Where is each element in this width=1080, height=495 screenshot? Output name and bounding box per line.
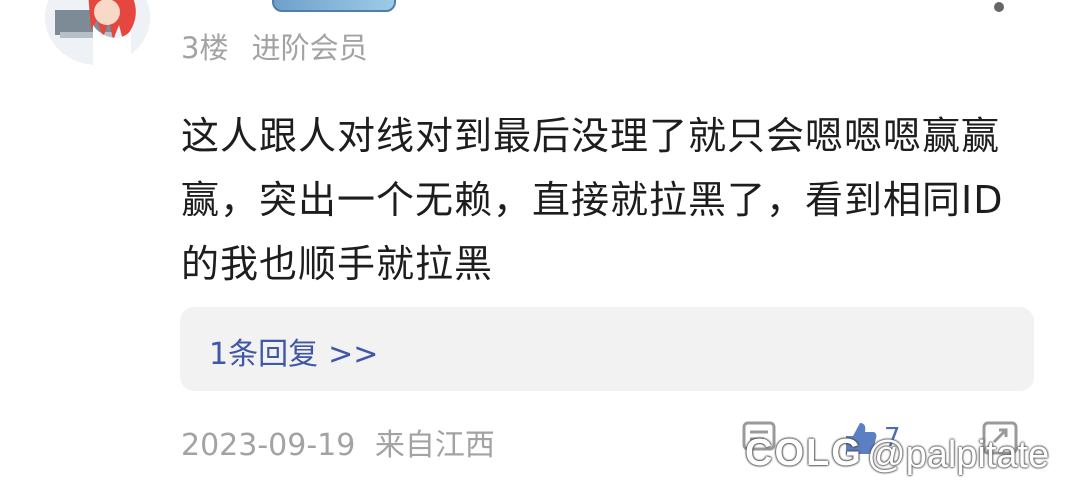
avatar[interactable] (45, 0, 150, 65)
level-badge (272, 0, 396, 12)
post-date: 2023-09-19 (181, 428, 356, 463)
more-icon[interactable] (994, 2, 1004, 12)
replies-link[interactable]: 1条回复 >> (209, 329, 378, 373)
watermark: COLG @palpitate (745, 432, 1065, 480)
post-location: 来自江西 (374, 428, 495, 463)
member-level: 进阶会员 (251, 31, 368, 65)
avatar-icon (45, 0, 150, 65)
post-meta: 3楼 进阶会员 (181, 25, 368, 67)
comment-content: 这人跟人对线对到最后没理了就只会嗯嗯嗯赢赢赢，突出一个无赖，直接就拉黑了，看到相… (181, 114, 1004, 286)
watermark-logo: COLG (745, 432, 863, 474)
floor-label: 3楼 (181, 31, 229, 65)
watermark-handle: @palpitate (867, 434, 1050, 476)
post-footer: 2023-09-19 来自江西 (181, 420, 495, 464)
replies-arrow-icon: >> (328, 337, 379, 372)
replies-box[interactable]: 1条回复 >> (180, 307, 1034, 391)
replies-count-label: 1条回复 (209, 337, 319, 372)
